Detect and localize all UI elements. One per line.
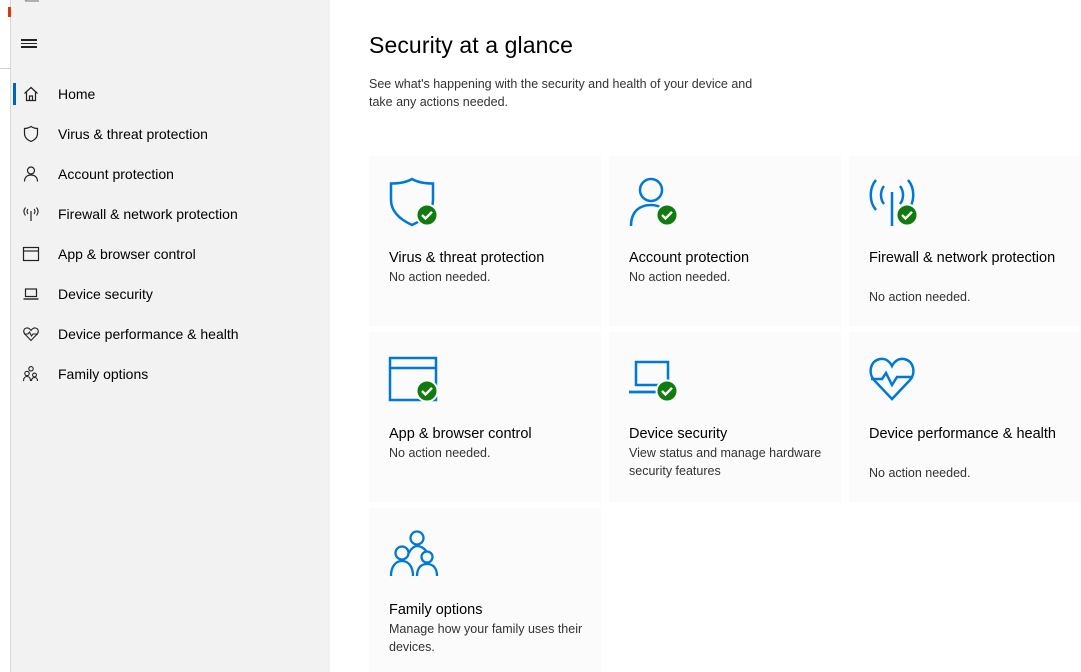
sidebar-item-app-browser[interactable]: App & browser control	[11, 234, 330, 274]
tile-status: Manage how your family uses their device…	[389, 622, 583, 654]
sidebar-item-label: Home	[58, 86, 96, 102]
selection-indicator	[13, 83, 16, 105]
background-window-edge	[0, 0, 11, 672]
main-content: Security at a glance See what's happenin…	[330, 0, 1081, 672]
tile-status: View status and manage hardware security…	[629, 446, 822, 478]
tile-app-browser-control[interactable]: App & browser control No action needed.	[369, 332, 601, 502]
tile-title: Firewall & network protection	[869, 250, 1056, 266]
tile-family-options[interactable]: Family options Manage how your family us…	[369, 508, 601, 672]
sidebar-item-firewall[interactable]: Firewall & network protection	[11, 194, 330, 234]
shield-icon	[22, 125, 40, 143]
browser-window-icon	[22, 245, 40, 263]
sidebar-item-label: Firewall & network protection	[58, 206, 238, 222]
hamburger-line	[21, 39, 37, 41]
tile-firewall-network-protection[interactable]: Firewall & network protection No action …	[849, 156, 1081, 326]
laptop-check-icon	[627, 352, 681, 406]
tile-virus-threat-protection[interactable]: Virus & threat protection No action need…	[369, 156, 601, 326]
home-icon	[22, 85, 40, 103]
person-icon	[22, 165, 40, 183]
background-window-divider	[0, 68, 11, 69]
tile-title: Device security	[629, 426, 728, 442]
heart-pulse-icon	[867, 352, 921, 406]
back-arrow-icon	[24, 0, 39, 2]
sidebar-nav: Home Virus & threat protection Account p…	[11, 74, 330, 394]
shield-check-icon	[387, 176, 441, 230]
tile-status: No action needed.	[869, 466, 971, 480]
antenna-icon	[22, 205, 40, 223]
person-check-icon	[627, 176, 681, 230]
tile-device-security[interactable]: Device security View status and manage h…	[609, 332, 841, 502]
sidebar: Home Virus & threat protection Account p…	[11, 0, 330, 672]
sidebar-item-label: App & browser control	[58, 246, 196, 262]
tile-title: App & browser control	[389, 426, 532, 442]
tile-device-performance-health[interactable]: Device performance & health No action ne…	[849, 332, 1081, 502]
hamburger-line	[21, 46, 37, 48]
sidebar-item-label: Family options	[58, 366, 149, 382]
hamburger-line	[21, 42, 37, 44]
page-subtitle: See what's happening with the security a…	[369, 77, 753, 109]
family-icon	[387, 528, 441, 582]
family-icon	[22, 365, 40, 383]
antenna-check-icon	[867, 176, 921, 230]
tile-status: No action needed.	[389, 446, 491, 460]
tile-account-protection[interactable]: Account protection No action needed.	[609, 156, 841, 326]
sidebar-item-label: Device security	[58, 286, 153, 302]
sidebar-item-family[interactable]: Family options	[11, 354, 330, 394]
sidebar-item-label: Virus & threat protection	[58, 126, 208, 142]
tile-title: Device performance & health	[869, 426, 1056, 442]
sidebar-item-label: Device performance & health	[58, 326, 239, 342]
sidebar-item-virus-threat[interactable]: Virus & threat protection	[11, 114, 330, 154]
hamburger-menu-button[interactable]	[21, 37, 39, 55]
tile-title: Virus & threat protection	[389, 250, 545, 266]
heart-pulse-icon	[22, 325, 40, 343]
tile-status: No action needed.	[629, 270, 731, 284]
sidebar-item-account[interactable]: Account protection	[11, 154, 330, 194]
sidebar-item-home[interactable]: Home	[11, 74, 330, 114]
tile-title: Account protection	[629, 250, 750, 266]
page-title: Security at a glance	[369, 32, 574, 58]
laptop-icon	[22, 285, 40, 303]
tile-title: Family options	[389, 602, 483, 618]
back-button[interactable]	[21, 0, 43, 8]
sidebar-item-label: Account protection	[58, 166, 174, 182]
tile-status: No action needed.	[869, 290, 971, 304]
browser-check-icon	[387, 352, 441, 406]
sidebar-item-device-security[interactable]: Device security	[11, 274, 330, 314]
tile-status: No action needed.	[389, 270, 491, 284]
sidebar-item-device-performance[interactable]: Device performance & health	[11, 314, 330, 354]
